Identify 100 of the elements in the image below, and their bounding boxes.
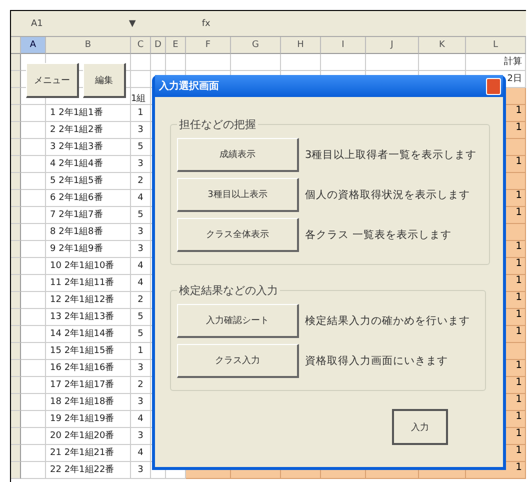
table-cell	[21, 394, 46, 411]
table-cell: 17 2年1組17番	[46, 377, 131, 394]
table-cell: 5	[131, 326, 151, 343]
table-cell: 20 2年1組20番	[46, 428, 131, 445]
name-box[interactable]: A1	[31, 18, 43, 28]
row-header[interactable]	[11, 139, 21, 156]
row-header[interactable]	[11, 309, 21, 326]
table-cell: 2	[131, 292, 151, 309]
table-cell: 5 2年1組5番	[46, 173, 131, 190]
row-header[interactable]	[11, 377, 21, 394]
table-cell	[21, 343, 46, 360]
group-title: 検定結果などの入力	[178, 283, 279, 298]
sheet-button[interactable]: メニュー	[26, 63, 79, 98]
column-header[interactable]: C	[131, 37, 151, 54]
action-button[interactable]: クラス全体表示	[177, 218, 299, 252]
row-header[interactable]	[11, 326, 21, 343]
table-cell	[281, 54, 321, 71]
action-button[interactable]: 3種目以上表示	[177, 178, 299, 212]
row-header[interactable]	[11, 105, 21, 122]
table-cell	[21, 360, 46, 377]
table-cell: 7 2年1組7番	[46, 207, 131, 224]
table-cell: 8 2年1組8番	[46, 224, 131, 241]
table-cell	[21, 292, 46, 309]
column-header[interactable]: L	[466, 37, 526, 54]
table-cell: 3	[131, 428, 151, 445]
row-header[interactable]	[11, 258, 21, 275]
dropdown-arrow[interactable]: ▼	[128, 18, 136, 28]
column-header[interactable]: D	[151, 37, 166, 54]
row-header[interactable]	[11, 190, 21, 207]
table-cell	[21, 190, 46, 207]
column-header[interactable]: B	[46, 37, 131, 54]
row-header[interactable]	[11, 343, 21, 360]
table-cell	[419, 54, 466, 71]
row-header[interactable]	[11, 360, 21, 377]
table-cell: 14 2年1組14番	[46, 326, 131, 343]
table-cell: 19 2年1組19番	[46, 411, 131, 428]
column-header[interactable]: G	[231, 37, 281, 54]
column-header[interactable]: F	[186, 37, 231, 54]
action-button[interactable]: 成績表示	[177, 138, 299, 172]
table-cell: 3	[131, 394, 151, 411]
table-cell	[131, 54, 151, 71]
row-header[interactable]	[11, 224, 21, 241]
column-header[interactable]: E	[166, 37, 186, 54]
column-header[interactable]: J	[366, 37, 419, 54]
function-button[interactable]: fx	[202, 18, 210, 28]
row-header[interactable]	[11, 411, 21, 428]
button-description: 各クラス 一覧表を表示します	[305, 228, 452, 242]
row-header[interactable]	[11, 88, 21, 105]
action-button[interactable]: 入力確認シート	[177, 304, 299, 338]
table-cell: 5	[131, 207, 151, 224]
table-cell	[21, 156, 46, 173]
table-cell	[21, 428, 46, 445]
input-button[interactable]: 入力	[392, 409, 448, 445]
table-cell	[186, 54, 231, 71]
table-cell	[21, 411, 46, 428]
close-button[interactable]	[486, 78, 501, 94]
row-header[interactable]	[11, 462, 21, 479]
row-header[interactable]	[11, 275, 21, 292]
table-cell	[21, 275, 46, 292]
row-header[interactable]	[11, 71, 21, 88]
table-cell	[21, 207, 46, 224]
table-cell: 5	[131, 139, 151, 156]
table-cell: 3	[131, 122, 151, 139]
column-header[interactable]: K	[419, 37, 466, 54]
group-title: 担任などの把握	[178, 117, 257, 132]
row-header[interactable]	[11, 207, 21, 224]
row-header[interactable]	[11, 394, 21, 411]
row-header[interactable]	[11, 156, 21, 173]
corner-cell[interactable]	[11, 37, 21, 54]
table-cell: 3	[131, 360, 151, 377]
row-header[interactable]	[11, 54, 21, 71]
table-cell: 2 2年1組2番	[46, 122, 131, 139]
column-header[interactable]: H	[281, 37, 321, 54]
table-cell: 22 2年1組22番	[46, 462, 131, 479]
table-cell: 1組	[131, 88, 151, 105]
table-cell	[231, 54, 281, 71]
table-cell: 3	[131, 241, 151, 258]
table-cell: 15 2年1組15番	[46, 343, 131, 360]
row-header[interactable]	[11, 122, 21, 139]
table-cell: 2	[131, 377, 151, 394]
table-cell: 3	[131, 156, 151, 173]
sheet-button[interactable]: 編集	[83, 63, 126, 98]
row-header[interactable]	[11, 445, 21, 462]
column-header[interactable]: I	[321, 37, 366, 54]
column-header[interactable]: A	[21, 37, 46, 54]
table-cell	[21, 105, 46, 122]
row-header[interactable]	[11, 292, 21, 309]
row-header[interactable]	[11, 428, 21, 445]
action-button[interactable]: クラス入力	[177, 344, 299, 378]
row-header[interactable]	[11, 241, 21, 258]
table-cell	[21, 445, 46, 462]
button-description: 資格取得入力画面にいきます	[305, 354, 448, 368]
table-cell: 1 2年1組1番	[46, 105, 131, 122]
table-cell: 3	[131, 462, 151, 479]
table-cell: 1	[131, 105, 151, 122]
table-cell: 3 2年1組3番	[46, 139, 131, 156]
row-header[interactable]	[11, 173, 21, 190]
table-cell: 9 2年1組9番	[46, 241, 131, 258]
table-cell: 4	[131, 190, 151, 207]
dialog-title: 入力選択画面	[159, 80, 219, 93]
